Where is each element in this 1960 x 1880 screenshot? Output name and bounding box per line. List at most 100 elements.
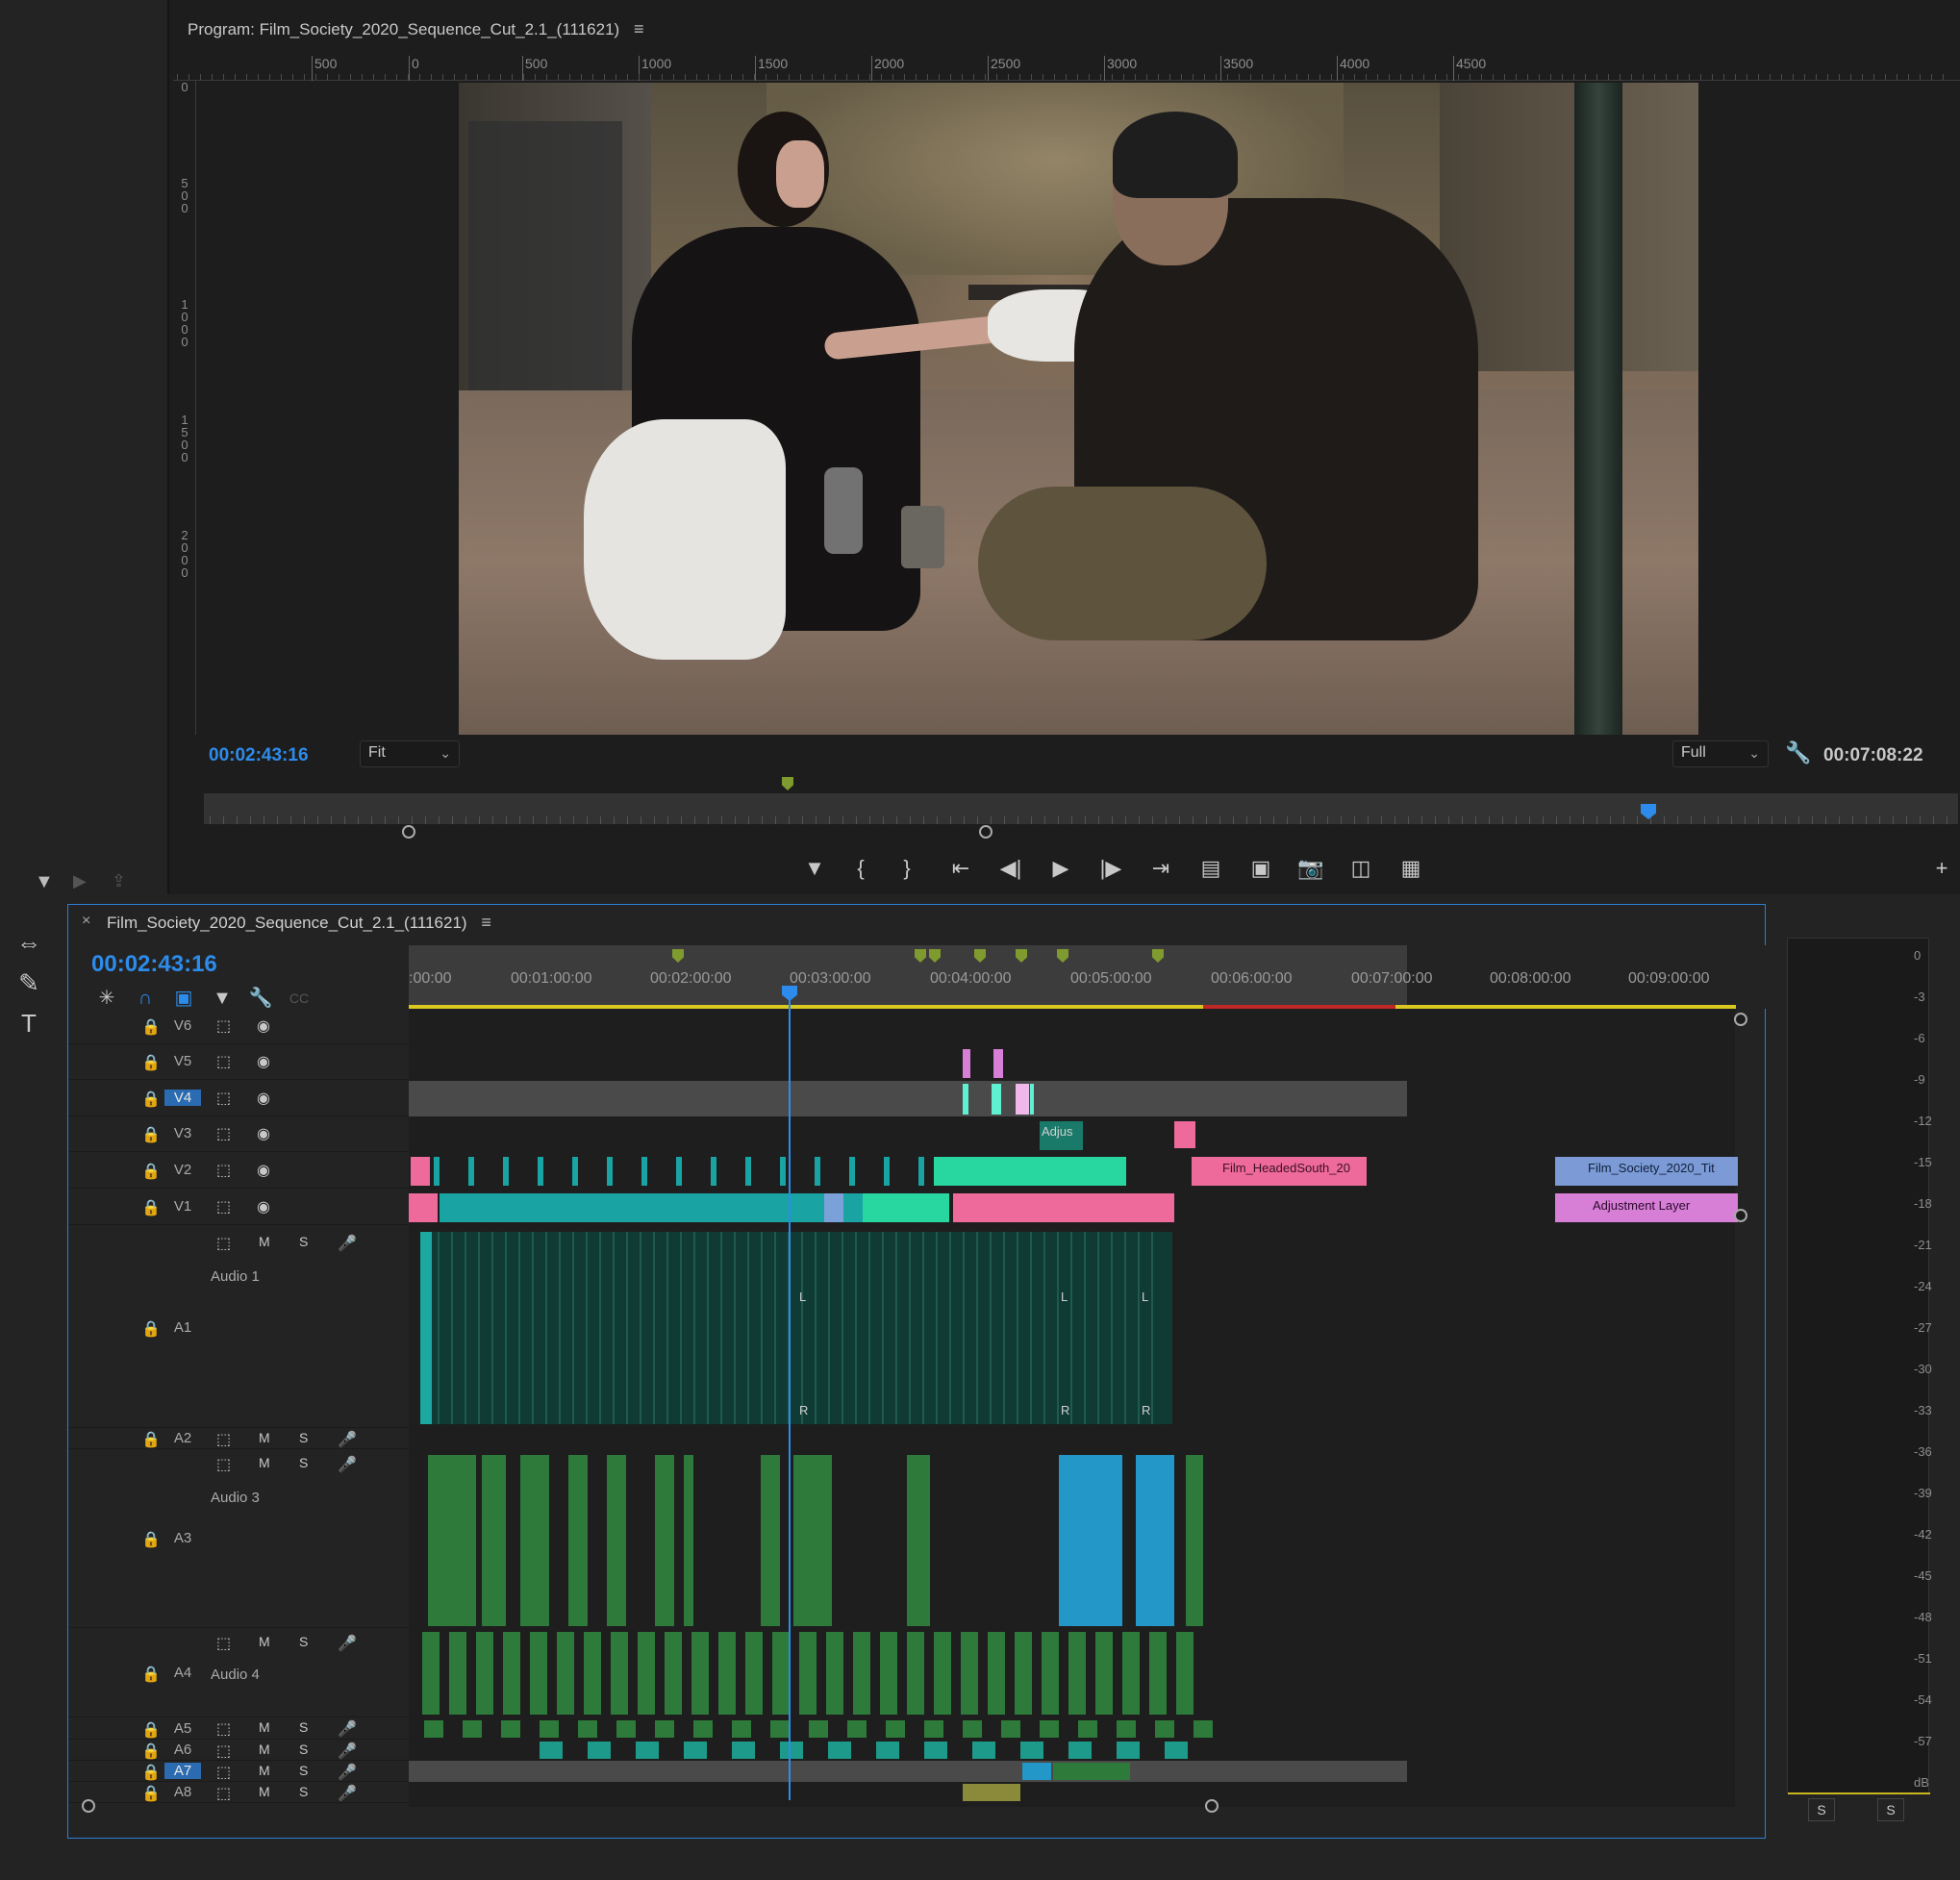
solo-button[interactable]: S <box>299 1634 308 1649</box>
track-name[interactable]: A4 <box>164 1665 201 1681</box>
clip[interactable] <box>718 1632 736 1715</box>
pen-icon[interactable]: ✎ <box>10 965 48 1000</box>
mute-button[interactable]: M <box>259 1719 270 1735</box>
clip[interactable] <box>745 1632 763 1715</box>
clip[interactable] <box>780 1157 786 1186</box>
program-scrubber[interactable] <box>204 793 1958 824</box>
close-icon[interactable]: × <box>82 913 90 930</box>
clip[interactable] <box>1020 1742 1043 1759</box>
lock-icon[interactable]: 🔒 <box>141 1742 161 1761</box>
microphone-icon[interactable]: 🎤 <box>338 1455 357 1474</box>
solo-right-button[interactable]: S <box>1877 1798 1904 1821</box>
clip[interactable] <box>853 1632 870 1715</box>
toggle-sync-icon[interactable]: ⬚ <box>216 1089 231 1108</box>
clip[interactable] <box>693 1232 695 1424</box>
clip[interactable] <box>584 1632 601 1715</box>
lock-icon[interactable]: 🔒 <box>141 1665 161 1684</box>
lock-icon[interactable]: 🔒 <box>141 1017 161 1037</box>
clip[interactable] <box>1015 1632 1032 1715</box>
track-name[interactable]: A6 <box>164 1742 201 1758</box>
clip[interactable] <box>809 1720 828 1738</box>
track-name[interactable]: V2 <box>164 1162 201 1178</box>
clip[interactable] <box>949 1232 951 1424</box>
microphone-icon[interactable]: 🎤 <box>338 1742 357 1761</box>
microphone-icon[interactable]: 🎤 <box>338 1634 357 1653</box>
track-name[interactable]: V1 <box>164 1198 201 1215</box>
clip[interactable] <box>922 1232 924 1424</box>
program-timecode[interactable]: 00:02:43:16 <box>209 745 309 766</box>
mute-button[interactable]: M <box>259 1763 270 1778</box>
toggle-sync-icon[interactable]: ⬚ <box>216 1763 231 1782</box>
clip[interactable] <box>918 1157 924 1186</box>
clip[interactable] <box>1043 1232 1045 1424</box>
toggle-sync-icon[interactable]: ⬚ <box>216 1052 231 1071</box>
clip[interactable] <box>1084 1232 1086 1424</box>
toggle-sync-icon[interactable]: ⬚ <box>216 1161 231 1180</box>
clip[interactable] <box>961 1632 978 1715</box>
clip[interactable] <box>428 1455 457 1626</box>
clip[interactable] <box>720 1232 722 1424</box>
clip[interactable] <box>463 1720 482 1738</box>
clip[interactable] <box>815 1157 820 1186</box>
clip[interactable] <box>1030 1232 1032 1424</box>
clip[interactable] <box>465 1232 466 1424</box>
clip[interactable] <box>976 1232 978 1424</box>
clip[interactable] <box>440 1193 863 1222</box>
clip[interactable] <box>1124 1232 1126 1424</box>
go-to-out-icon[interactable]: ⇥ <box>1144 854 1177 883</box>
clip[interactable] <box>924 1720 943 1738</box>
clip[interactable] <box>828 1742 851 1759</box>
track-name[interactable]: A8 <box>164 1784 201 1800</box>
clip[interactable] <box>824 1193 843 1222</box>
clip[interactable] <box>424 1720 443 1738</box>
microphone-icon[interactable]: 🎤 <box>338 1784 357 1803</box>
clip[interactable] <box>953 1193 1174 1222</box>
clip[interactable] <box>451 1232 453 1424</box>
clip[interactable] <box>1174 1121 1195 1148</box>
lock-icon[interactable]: 🔒 <box>141 1125 161 1144</box>
mute-button[interactable]: M <box>259 1742 270 1757</box>
multicam-icon[interactable]: ▦ <box>1395 854 1427 883</box>
add-button-icon[interactable]: + <box>1925 854 1958 883</box>
zoom-handle-right[interactable] <box>979 825 993 839</box>
clip[interactable] <box>411 1157 430 1186</box>
clip[interactable] <box>1165 1742 1188 1759</box>
lock-icon[interactable]: 🔒 <box>141 1784 161 1803</box>
vscroll-handle-top[interactable] <box>1734 1013 1747 1026</box>
microphone-icon[interactable]: 🎤 <box>338 1763 357 1782</box>
clip[interactable] <box>1149 1632 1167 1715</box>
playhead-line[interactable] <box>789 992 791 1800</box>
clip[interactable] <box>578 1720 597 1738</box>
menu-icon[interactable]: ≡ <box>471 913 491 932</box>
clip[interactable] <box>1176 1632 1194 1715</box>
mark-in-icon[interactable]: { <box>844 854 877 883</box>
clip[interactable] <box>847 1720 867 1738</box>
lock-icon[interactable]: 🔒 <box>141 1430 161 1449</box>
clip[interactable] <box>607 1455 626 1626</box>
clip[interactable] <box>936 1232 938 1424</box>
clip[interactable] <box>409 1193 438 1222</box>
clip[interactable] <box>992 1084 1001 1115</box>
eye-icon[interactable]: ◉ <box>257 1124 270 1143</box>
add-marker-icon[interactable]: ▼ <box>798 854 831 883</box>
solo-button[interactable]: S <box>299 1742 308 1757</box>
clip[interactable] <box>641 1157 647 1186</box>
clip[interactable] <box>1068 1632 1086 1715</box>
mute-button[interactable]: M <box>259 1430 270 1445</box>
eye-icon[interactable]: ◉ <box>257 1197 270 1216</box>
clip[interactable] <box>482 1455 506 1626</box>
clip[interactable] <box>1017 1232 1018 1424</box>
clip[interactable] <box>1068 1742 1092 1759</box>
clip[interactable] <box>774 1232 776 1424</box>
mute-button[interactable]: M <box>259 1455 270 1470</box>
clip[interactable] <box>434 1157 440 1186</box>
clip[interactable] <box>545 1232 547 1424</box>
clip[interactable] <box>815 1232 817 1424</box>
clip[interactable] <box>655 1720 674 1738</box>
step-back-icon[interactable]: ◀| <box>994 854 1027 883</box>
toggle-sync-icon[interactable]: ⬚ <box>216 1742 231 1761</box>
eye-icon[interactable]: ◉ <box>257 1052 270 1071</box>
clip[interactable] <box>849 1157 855 1186</box>
lock-icon[interactable]: 🔒 <box>141 1763 161 1782</box>
mute-button[interactable]: M <box>259 1634 270 1649</box>
